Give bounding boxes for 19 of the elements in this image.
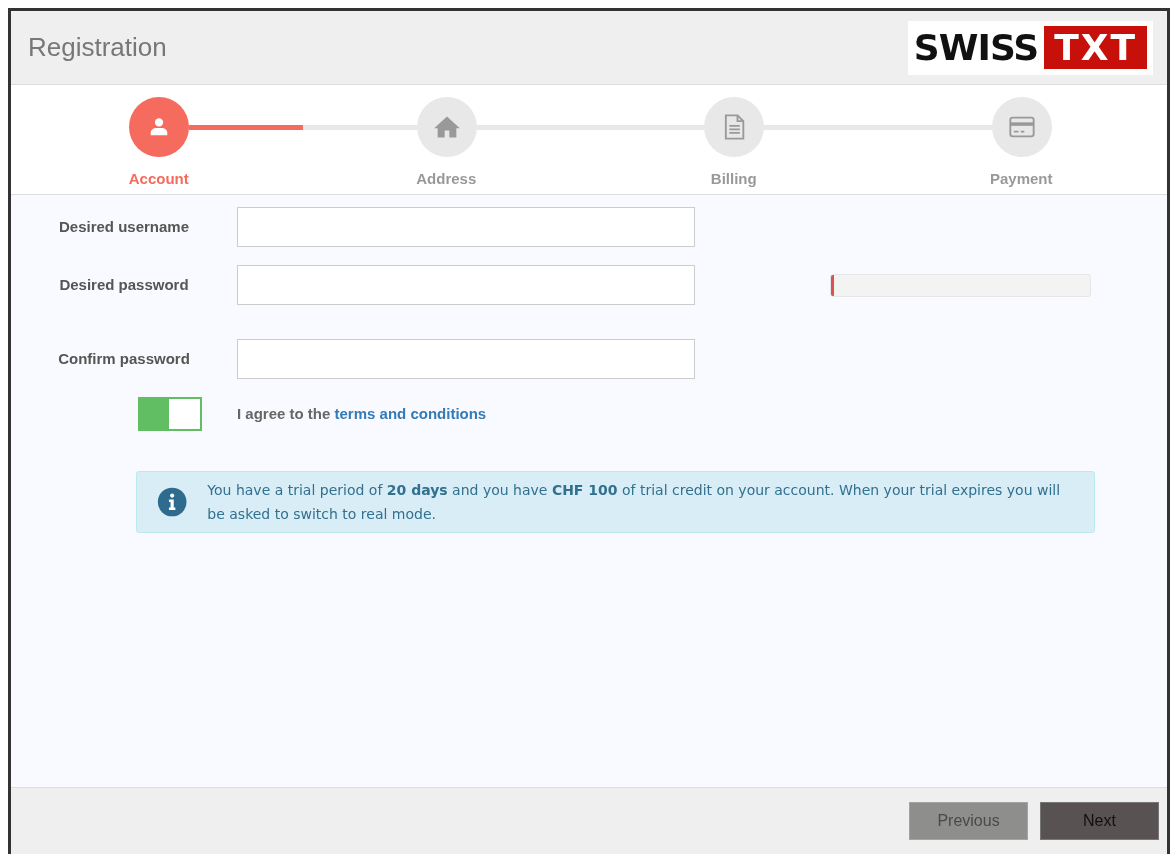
input-field[interactable] bbox=[237, 207, 695, 247]
step-label: Billing bbox=[710, 169, 757, 189]
input-field[interactable] bbox=[237, 265, 695, 305]
field-label: Desired password bbox=[58, 274, 190, 295]
input-field[interactable] bbox=[237, 339, 695, 379]
toggle-switch[interactable] bbox=[138, 397, 202, 431]
next-button[interactable]: Next bbox=[1040, 802, 1159, 840]
step-label: Payment bbox=[990, 169, 1053, 189]
logo: SWISS TXT bbox=[907, 20, 1153, 75]
field-label: Desired username bbox=[57, 216, 191, 237]
agree-text: I agree to the terms and conditions bbox=[237, 403, 487, 424]
terms-link[interactable]: terms and conditions bbox=[334, 404, 487, 422]
step-label: Account bbox=[128, 169, 189, 189]
step-label: Address bbox=[416, 169, 477, 189]
user-icon bbox=[148, 116, 170, 138]
info-text: You have a trial period of 20 days and you have CHF 100 of trial credit on your account. When your trial expires you will be asked to switch to real mode. bbox=[207, 481, 1062, 524]
window-title: Registration bbox=[28, 31, 167, 64]
step-circle[interactable] bbox=[129, 97, 189, 157]
field-label: Confirm password bbox=[57, 348, 191, 369]
